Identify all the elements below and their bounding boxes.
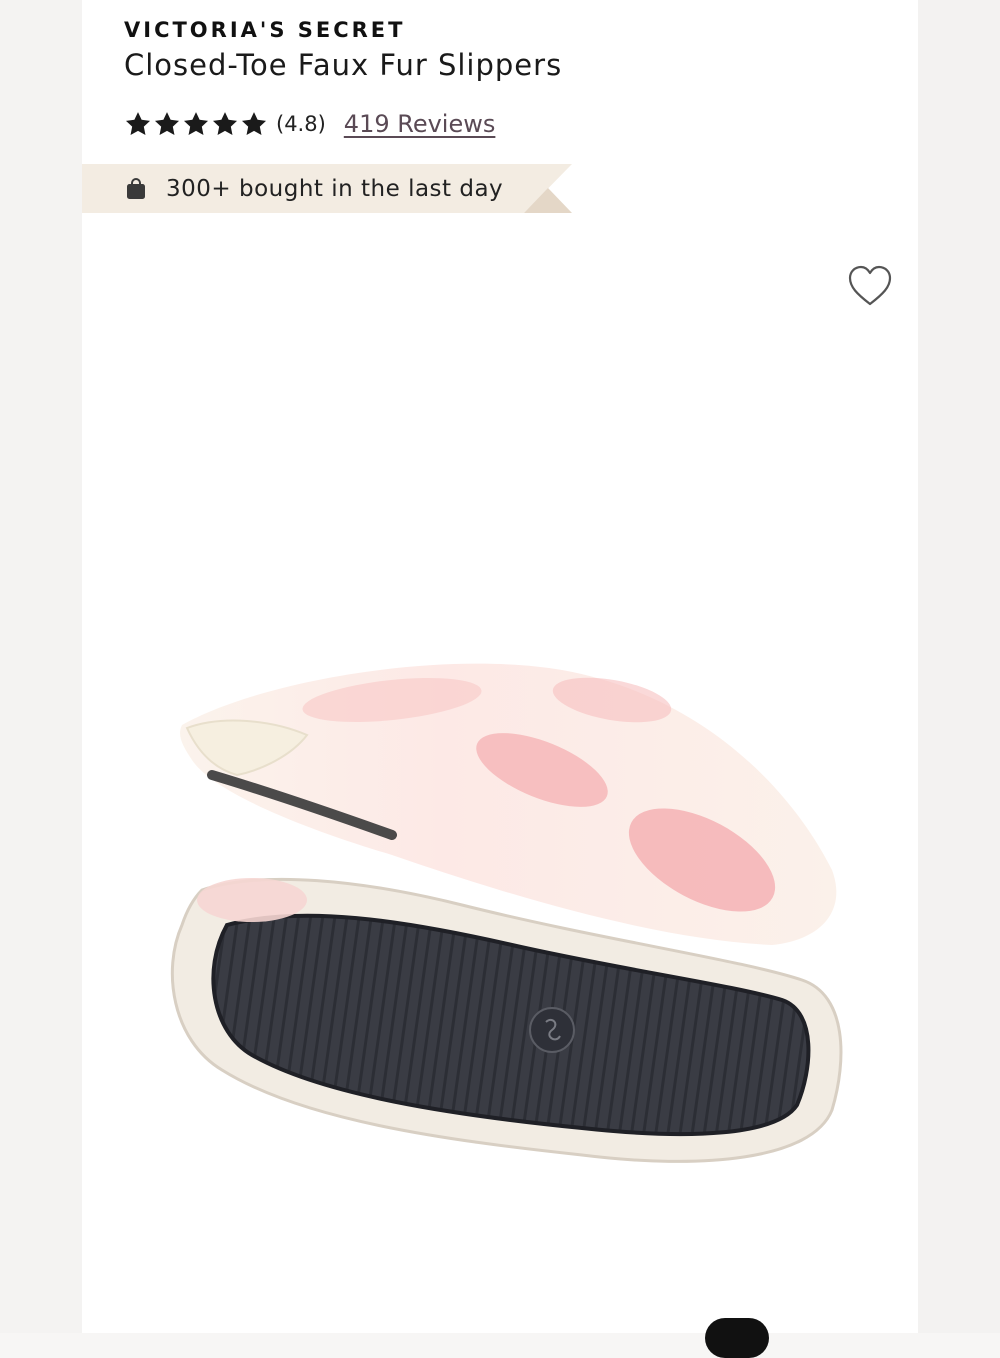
brand-name: VICTORIA'S SECRET [124,18,406,42]
left-margin [0,0,82,1333]
star-icon [125,112,151,135]
shopping-bag-icon [127,177,145,199]
product-page: VICTORIA'S SECRET Closed-Toe Faux Fur Sl… [82,0,918,1333]
rating-row: (4.8) 419 Reviews [124,106,495,142]
star-icon [241,112,267,135]
star-icon [183,112,209,135]
social-proof-text: 300+ bought in the last day [166,175,504,202]
star-icon [154,112,180,135]
star-icon [212,112,238,135]
product-title: Closed-Toe Faux Fur Slippers [124,48,563,82]
social-proof-banner: 300+ bought in the last day [82,164,572,213]
star-rating [124,110,268,138]
heart-outline-icon[interactable] [847,264,893,308]
rating-value: (4.8) [276,112,326,136]
right-margin [918,0,1000,1333]
reviews-link[interactable]: 419 Reviews [344,110,496,138]
floating-action-button[interactable] [705,1318,769,1358]
product-image [170,663,843,1163]
